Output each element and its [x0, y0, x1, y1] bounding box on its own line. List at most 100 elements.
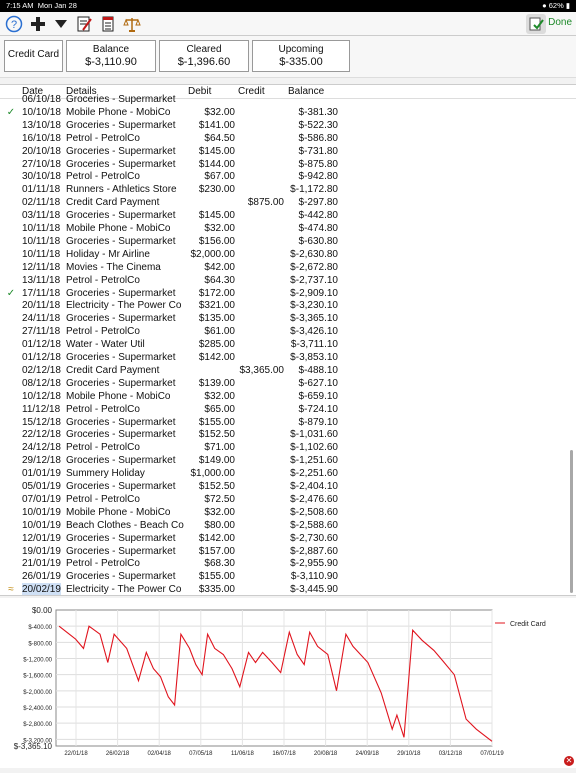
filter-icon[interactable]: [51, 14, 71, 34]
toolbar: ? Done: [0, 12, 576, 36]
report-icon[interactable]: [98, 14, 118, 34]
balance-scale-icon[interactable]: [122, 14, 142, 34]
cell-date: 26/01/19: [22, 571, 61, 583]
cell-details: Mobile Phone - MobiCo: [66, 106, 171, 118]
cell-date: 27/10/18: [22, 158, 61, 170]
table-row[interactable]: 05/01/19 Groceries - Supermarket $152.50 $-…: [0, 480, 566, 493]
table-row[interactable]: 01/01/19 Summery Holiday $1,000.00 $-2,251.…: [0, 467, 566, 480]
cell-debit: $145.00: [198, 210, 235, 222]
cell-balance: $-488.10: [298, 364, 338, 376]
table-row[interactable]: 15/12/18 Groceries - Supermarket $155.00 $-…: [0, 416, 566, 429]
y-tick-label: $-400.00: [28, 625, 52, 631]
table-row[interactable]: 10/11/18 Groceries - Supermarket $156.00 $-…: [0, 235, 566, 248]
table-row[interactable]: 10/01/19 Beach Clothes - Beach Co $80.00 $-…: [0, 519, 566, 532]
cell-balance: $-297.80: [298, 197, 338, 209]
table-row[interactable]: 21/01/19 Petrol - PetrolCo $68.30 $-2,955.9…: [0, 557, 566, 570]
table-row[interactable]: 10/01/19 Mobile Phone - MobiCo $32.00 $-2,5…: [0, 506, 566, 519]
cell-details: Groceries - Supermarket: [66, 455, 176, 467]
cell-date: 24/12/18: [22, 442, 61, 454]
account-name[interactable]: Credit Card: [4, 40, 63, 72]
table-row[interactable]: 01/11/18 Runners - Athletics Store $230.00…: [0, 183, 566, 196]
cell-debit: $32.00: [204, 506, 235, 518]
cell-date: 16/10/18: [22, 132, 61, 144]
table-row[interactable]: 08/12/18 Groceries - Supermarket $139.00 $-…: [0, 377, 566, 390]
close-chart-icon[interactable]: ✕: [564, 756, 574, 766]
cell-debit: $135.00: [198, 313, 235, 325]
table-row[interactable]: 13/10/18 Groceries - Supermarket $141.00 $-…: [0, 119, 566, 132]
table-row[interactable]: 01/12/18 Groceries - Supermarket $142.00 $-…: [0, 351, 566, 364]
cell-details: Petrol - PetrolCo: [66, 493, 140, 505]
table-row[interactable]: 12/01/19 Groceries - Supermarket $142.00 $-…: [0, 532, 566, 545]
table-row[interactable]: 02/12/18 Credit Card Payment $3,365.00 $-48…: [0, 364, 566, 377]
cell-balance: $-2,730.60: [290, 532, 338, 544]
transaction-table[interactable]: Date Details Debit Credit Balance 06/10/…: [0, 84, 576, 596]
cell-debit: $64.50: [204, 132, 235, 144]
table-row[interactable]: 11/12/18 Petrol - PetrolCo $65.00 $-724.10: [0, 403, 566, 416]
table-row[interactable]: 20/11/18 Electricity - The Power Co $321.0…: [0, 299, 566, 312]
table-row[interactable]: 16/10/18 Petrol - PetrolCo $64.50 $-586.80: [0, 132, 566, 145]
table-row[interactable]: 06/10/18 Groceries - Supermarket: [0, 93, 566, 106]
table-row[interactable]: 24/11/18 Groceries - Supermarket $135.00 $-…: [0, 312, 566, 325]
status-bar: 7:15 AM Mon Jan 28 ● 62% ▮: [0, 0, 576, 12]
table-row[interactable]: 20/10/18 Groceries - Supermarket $145.00 $-…: [0, 145, 566, 158]
cell-date: 08/12/18: [22, 377, 61, 389]
table-row[interactable]: 10/12/18 Mobile Phone - MobiCo $32.00 $-659…: [0, 390, 566, 403]
chart-svg: $0.00 $-400.00 $-800.00 $-1,200.00 $-1,600.0…: [14, 606, 546, 757]
x-tick-label: 02/04/18: [148, 751, 172, 757]
table-row[interactable]: 10/11/18 Mobile Phone - MobiCo $32.00 $-474…: [0, 222, 566, 235]
cell-date: 05/01/19: [22, 481, 61, 492]
cell-date: 10/11/18: [22, 235, 61, 247]
row-status-icon: ✓: [6, 287, 16, 299]
table-row[interactable]: 02/11/18 Credit Card Payment $875.00 $-297.…: [0, 196, 566, 209]
edit-icon[interactable]: [74, 14, 94, 34]
cell-debit: $157.00: [198, 545, 235, 557]
cell-debit: $67.00: [204, 171, 235, 183]
row-status-icon: ≈: [8, 584, 14, 596]
x-tick-label: 29/10/18: [397, 751, 421, 757]
done-button[interactable]: Done: [548, 17, 572, 28]
x-tick-label: 22/01/18: [64, 751, 88, 757]
cleared-label: Cleared: [186, 44, 222, 55]
cell-details: Mobile Phone - MobiCo: [66, 506, 171, 518]
checklist-icon[interactable]: [526, 14, 546, 34]
add-icon[interactable]: [28, 14, 48, 34]
table-row[interactable]: 24/12/18 Petrol - PetrolCo $71.00 $-1,102.6…: [0, 441, 566, 454]
cell-details: Petrol - PetrolCo: [66, 442, 140, 454]
table-row[interactable]: 10/11/18 Holiday - Mr Airline $2,000.00 $-2…: [0, 248, 566, 261]
table-row[interactable]: 30/10/18 Petrol - PetrolCo $67.00 $-942.80: [0, 170, 566, 183]
table-row[interactable]: 07/01/19 Petrol - PetrolCo $72.50 $-2,476.6…: [0, 493, 566, 506]
table-row[interactable]: ✓ 17/11/18 Groceries - Supermarket $172.00 $…: [0, 287, 566, 300]
cell-debit: $32.00: [204, 106, 235, 118]
table-row[interactable]: 27/10/18 Groceries - Supermarket $144.00 $-…: [0, 158, 566, 171]
cell-details: Petrol - PetrolCo: [66, 326, 140, 338]
cleared-value: $-1,396.60: [177, 56, 231, 68]
table-row[interactable]: ✓ 10/10/18 Mobile Phone - MobiCo $32.00 $-38…: [0, 106, 566, 119]
cell-debit: $80.00: [204, 519, 235, 531]
table-row[interactable]: 22/12/18 Groceries - Supermarket $152.50 $-…: [0, 428, 566, 441]
cell-details: Credit Card Payment: [66, 364, 160, 376]
cell-details: Groceries - Supermarket: [66, 94, 176, 105]
table-row[interactable]: ≈20/02/19 Electricity - The Power Co $335.…: [0, 583, 566, 596]
cell-balance: $-3,365.10: [290, 313, 338, 325]
table-row[interactable]: 13/11/18 Petrol - PetrolCo $64.30 $-2,737.1…: [0, 274, 566, 287]
table-row[interactable]: 01/12/18 Water - Water Util $285.00 $-3,711…: [0, 338, 566, 351]
table-row[interactable]: 03/11/18 Groceries - Supermarket $145.00 $-…: [0, 209, 566, 222]
cell-debit: $142.00: [198, 352, 235, 363]
table-row[interactable]: 19/01/19 Groceries - Supermarket $157.00 $-…: [0, 545, 566, 558]
table-row[interactable]: 26/01/19 Groceries - Supermarket $155.00 $-…: [0, 570, 566, 583]
cell-details: Beach Clothes - Beach Co: [66, 519, 184, 531]
cell-details: Groceries - Supermarket: [66, 313, 176, 325]
scrollbar[interactable]: [570, 450, 573, 593]
cell-date: 01/01/19: [22, 468, 61, 480]
x-tick-label: 20/08/18: [314, 751, 338, 757]
cell-date: 07/01/19: [22, 493, 61, 505]
cell-balance: $-724.10: [298, 403, 338, 415]
cell-balance: $-1,102.60: [290, 442, 338, 454]
cell-balance: $-879.10: [298, 416, 338, 428]
table-row[interactable]: 27/11/18 Petrol - PetrolCo $61.00 $-3,426.1…: [0, 325, 566, 338]
cell-balance: $-630.80: [298, 235, 338, 247]
svg-text:?: ?: [11, 19, 17, 31]
table-row[interactable]: 12/11/18 Movies - The Cinema $42.00 $-2,672…: [0, 261, 566, 274]
help-icon[interactable]: ?: [4, 14, 24, 34]
table-row[interactable]: 29/12/18 Groceries - Supermarket $149.00 $-…: [0, 454, 566, 467]
